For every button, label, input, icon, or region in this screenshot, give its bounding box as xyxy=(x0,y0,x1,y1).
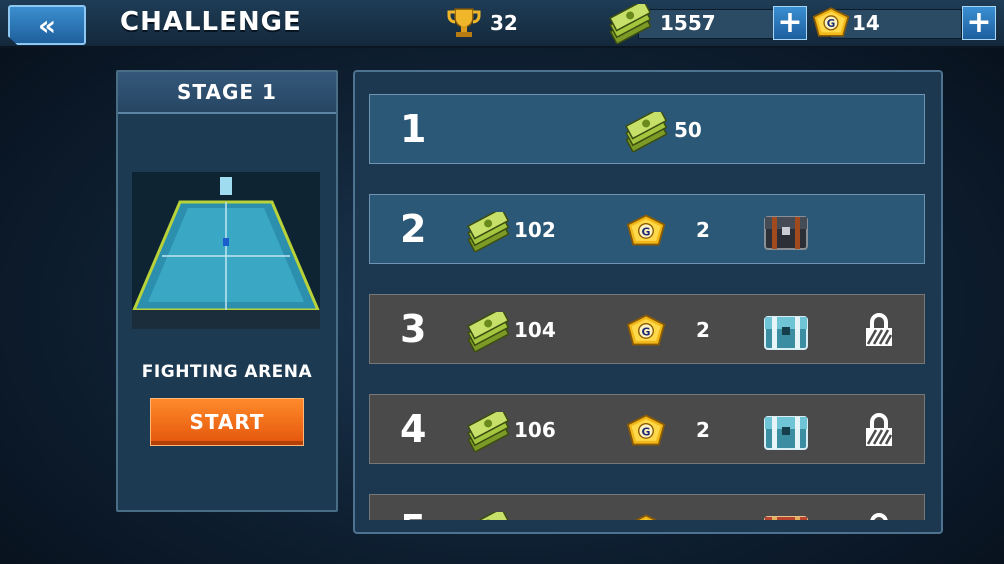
start-button[interactable]: START xyxy=(150,398,304,446)
cash-icon xyxy=(620,112,670,152)
teal-chest-icon xyxy=(762,409,810,453)
gold-coin-icon xyxy=(626,313,666,347)
cash-reward: 104 xyxy=(514,318,556,342)
dark-chest-icon xyxy=(762,209,810,253)
challenge-number: 2 xyxy=(400,207,427,251)
lock-icon xyxy=(864,312,894,348)
gold-coin-icon xyxy=(626,213,666,247)
cash-icon xyxy=(462,312,512,352)
challenge-number: 1 xyxy=(400,107,427,151)
gold-count: 14 xyxy=(852,11,880,35)
trophy-icon xyxy=(447,8,481,37)
cash-icon xyxy=(462,212,512,252)
cash-reward: 102 xyxy=(514,218,556,242)
cash-reward: 50 xyxy=(674,118,702,142)
back-button[interactable]: « xyxy=(8,5,86,45)
teal-chest-icon xyxy=(762,309,810,353)
gold-coin-icon xyxy=(812,6,850,38)
red-chest-icon xyxy=(762,509,810,520)
page-title: CHALLENGE xyxy=(120,7,302,37)
top-bar: « CHALLENGE 32 1557 + 14 + xyxy=(0,0,1004,48)
cash-icon xyxy=(462,512,512,520)
cash-count: 1557 xyxy=(660,11,716,35)
gold-reward: 2 xyxy=(696,318,710,342)
arena-preview-image xyxy=(132,172,320,329)
gold-reward: 2 xyxy=(696,218,710,242)
cash-reward: 106 xyxy=(514,418,556,442)
stage-panel: STAGE 1 FIGHTING ARENA START xyxy=(116,70,338,512)
challenge-list-panel: 1 50 2 102 2 3 104 2 4 106 2 xyxy=(353,70,943,534)
challenge-row-4[interactable]: 4 106 2 xyxy=(369,394,925,464)
lock-icon xyxy=(864,412,894,448)
challenge-number: 5 xyxy=(400,507,426,520)
challenge-row-3[interactable]: 3 104 2 xyxy=(369,294,925,364)
challenge-row-5[interactable]: 5 xyxy=(369,494,925,520)
add-gold-button[interactable]: + xyxy=(962,6,996,40)
lock-icon xyxy=(864,512,894,520)
cash-icon xyxy=(604,4,654,44)
challenge-number: 4 xyxy=(400,407,427,451)
gold-coin-icon xyxy=(626,513,666,520)
challenge-list[interactable]: 1 50 2 102 2 3 104 2 4 106 2 xyxy=(355,72,941,520)
stage-title: STAGE 1 xyxy=(118,72,336,114)
gold-coin-icon xyxy=(626,413,666,447)
cash-icon xyxy=(462,412,512,452)
challenge-row-2[interactable]: 2 102 2 xyxy=(369,194,925,264)
challenge-number: 3 xyxy=(400,307,427,351)
arena-floor-icon xyxy=(132,172,320,329)
double-chevron-left-icon: « xyxy=(37,8,56,42)
gold-reward: 2 xyxy=(696,418,710,442)
arena-name: FIGHTING ARENA xyxy=(141,362,313,382)
trophy-count: 32 xyxy=(490,11,518,35)
add-cash-button[interactable]: + xyxy=(773,6,807,40)
challenge-row-1[interactable]: 1 50 xyxy=(369,94,925,164)
